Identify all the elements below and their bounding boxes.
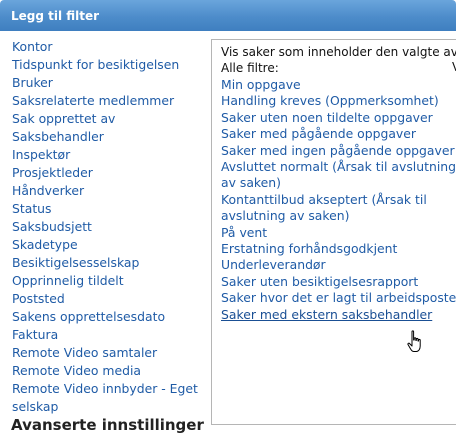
filter-item[interactable]: Saksrelaterte medlemmer — [12, 92, 212, 110]
filter-item[interactable]: Poststed — [12, 290, 212, 308]
filter-item[interactable]: Remote Video samtaler — [12, 344, 212, 362]
filter-item[interactable]: Sakens opprettelsesdato — [12, 308, 212, 326]
filter-item[interactable]: Kontor — [12, 38, 212, 56]
filter-options-panel: Vis saker som inneholder den valgte ava … — [211, 39, 456, 425]
option-closed-normally[interactable]: Avsluttet normalt (Årsak til avslutning — [221, 159, 456, 175]
option-cash-offer-accepted[interactable]: Kontanttilbud akseptert (Årsak til — [221, 192, 456, 208]
filter-item[interactable]: Sak opprettet av — [12, 110, 212, 128]
option-no-assigned-tasks[interactable]: Saker uten noen tildelte oppgaver — [221, 110, 456, 126]
option-ongoing-tasks[interactable]: Saker med pågående oppgaver — [221, 126, 456, 142]
filter-item[interactable]: Remote Video media — [12, 362, 212, 380]
option-no-ongoing-tasks[interactable]: Saker med ingen pågående oppgaver — [221, 143, 456, 159]
filter-item[interactable]: Remote Video innbyder - Eget — [12, 380, 212, 398]
option-work-items-added[interactable]: Saker hvor det er lagt til arbeidsposter — [221, 290, 456, 306]
option-no-inspection-report[interactable]: Saker uten besiktigelsesrapport — [221, 274, 456, 290]
filter-item[interactable]: Skadetype — [12, 236, 212, 254]
option-on-hold[interactable]: På vent — [221, 225, 456, 241]
filter-item[interactable]: Opprinnelig tildelt — [12, 272, 212, 290]
option-compensation-preapproved[interactable]: Erstatning forhåndsgodkjent — [221, 241, 456, 257]
filter-item[interactable]: Faktura — [12, 326, 212, 344]
filter-item[interactable]: Besiktigelsesselskap — [12, 254, 212, 272]
header-title: Legg til filter — [11, 9, 100, 23]
filter-item[interactable]: Saksbehandler — [12, 128, 212, 146]
option-closed-normally-cont[interactable]: av saken) — [221, 175, 456, 191]
filter-item[interactable]: Inspektør — [12, 146, 212, 164]
filter-item-continuation[interactable]: selskap — [12, 398, 212, 416]
filter-item[interactable]: Tidspunkt for besiktigelsen — [12, 56, 212, 74]
hand-pointer-cursor-icon — [407, 330, 421, 352]
filter-item[interactable]: Prosjektleder — [12, 164, 212, 182]
filter-item[interactable]: Status — [12, 200, 212, 218]
advanced-settings-heading[interactable]: Avanserte innstillinger — [11, 416, 204, 434]
option-cash-offer-accepted-cont[interactable]: avslutning av saken) — [221, 208, 456, 224]
filter-list: Kontor Tidspunkt for besiktigelsen Bruke… — [12, 38, 212, 416]
panel-description: Vis saker som inneholder den valgte ava — [221, 45, 456, 59]
option-subcontractor[interactable]: Underleverandør — [221, 257, 456, 273]
all-filters-label: Alle filtre: — [221, 61, 279, 75]
filter-panel-header: Legg til filter — [0, 0, 456, 31]
option-external-case-handler[interactable]: Saker med ekstern saksbehandler — [221, 307, 456, 323]
filter-item[interactable]: Bruker — [12, 74, 212, 92]
option-action-required[interactable]: Handling kreves (Oppmerksomhet) — [221, 93, 456, 109]
filter-item[interactable]: Håndverker — [12, 182, 212, 200]
option-my-task[interactable]: Min oppgave — [221, 77, 456, 93]
filter-item[interactable]: Saksbudsjett — [12, 218, 212, 236]
panel-truncated-fragment: V — [452, 60, 456, 74]
